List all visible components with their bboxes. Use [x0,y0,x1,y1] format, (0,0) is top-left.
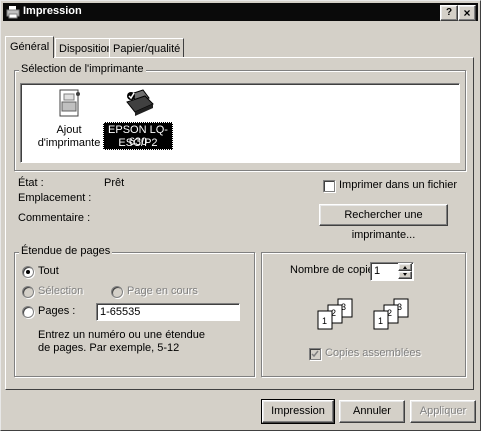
printer-label-2: ESC/P2 [118,137,158,149]
collate-checkbox[interactable] [309,348,321,360]
svg-text:1: 1 [378,316,383,326]
location-label: Emplacement : [18,192,92,204]
radio-selection-label[interactable]: Sélection [38,285,83,297]
state-label: État : [18,177,44,189]
print-to-file-label[interactable]: Imprimer dans un fichier [339,179,457,191]
checkmark-icon [311,350,319,358]
comment-label: Commentaire : [18,212,91,224]
tab-paper-quality[interactable]: Papier/qualité [109,38,185,58]
tab-disposition-label: Disposition [59,43,113,55]
spin-up-icon [403,266,407,269]
add-printer-label-2: d'imprimante [37,137,101,149]
tab-general-label: Général [10,41,50,53]
copies-spin-down[interactable] [398,271,412,279]
printer-icon [123,88,155,120]
help-label: ? [445,7,453,18]
radio-all-label[interactable]: Tout [38,265,59,277]
tab-general[interactable]: Général [5,36,55,58]
window-title: Impression [23,5,82,17]
close-button[interactable]: × [458,5,476,21]
collate-label[interactable]: Copies assemblées [325,347,421,359]
radio-all[interactable] [22,266,34,278]
find-printer-button[interactable]: Rechercher une imprimante... [319,204,448,241]
tab-disposition[interactable]: Disposition [55,38,117,58]
apply-button[interactable]: Appliquer [410,400,476,423]
collate-icon: 3 2 1 3 2 1 [314,297,434,337]
svg-text:1: 1 [322,316,327,326]
radio-pages-label[interactable]: Pages : [38,305,75,317]
tab-paper-quality-label: Papier/qualité [113,43,181,55]
printer-label-selected: EPSON LQ-630 ESC/P2 [103,122,173,150]
apply-button-label: Appliquer [419,405,467,417]
printer-selection-legend: Sélection de l'imprimante [19,63,146,75]
page-range-hint: Entrez un numéro ou une étendue de pages… [38,329,205,354]
find-printer-label: Rechercher une imprimante... [344,209,423,241]
print-button-label: Impression [271,405,325,417]
spin-down-icon [403,273,407,276]
add-printer-icon [54,88,84,120]
pages-input[interactable]: 1-65535 [96,303,240,321]
printer-item-epson[interactable]: EPSON LQ-630 ESC/P2 [103,88,173,156]
print-button[interactable]: Impression [261,399,335,424]
radio-current-page[interactable] [111,286,123,298]
title-bar[interactable]: Impression ? × [3,3,478,21]
cancel-button[interactable]: Annuler [339,400,405,423]
add-printer-label-1: Ajout [56,124,82,136]
help-button[interactable]: ? [440,5,458,21]
radio-current-page-label[interactable]: Page en cours [127,285,198,297]
radio-pages[interactable] [22,306,34,318]
page-range-legend: Étendue de pages [19,245,113,257]
printer-icon [6,5,20,19]
copies-spin-up[interactable] [398,263,412,271]
pages-input-value: 1-65535 [100,306,141,318]
close-icon: × [463,6,471,20]
radio-selection[interactable] [22,286,34,298]
cancel-button-label: Annuler [353,405,391,417]
printer-list[interactable]: Ajout d'imprimante EPSON LQ-630 ESC/P2 [20,83,460,163]
add-printer-item[interactable]: Ajout d'imprimante [37,88,101,156]
state-value: Prêt [104,177,125,189]
print-to-file-checkbox[interactable] [323,180,335,192]
copies-input-value: 1 [374,265,381,277]
